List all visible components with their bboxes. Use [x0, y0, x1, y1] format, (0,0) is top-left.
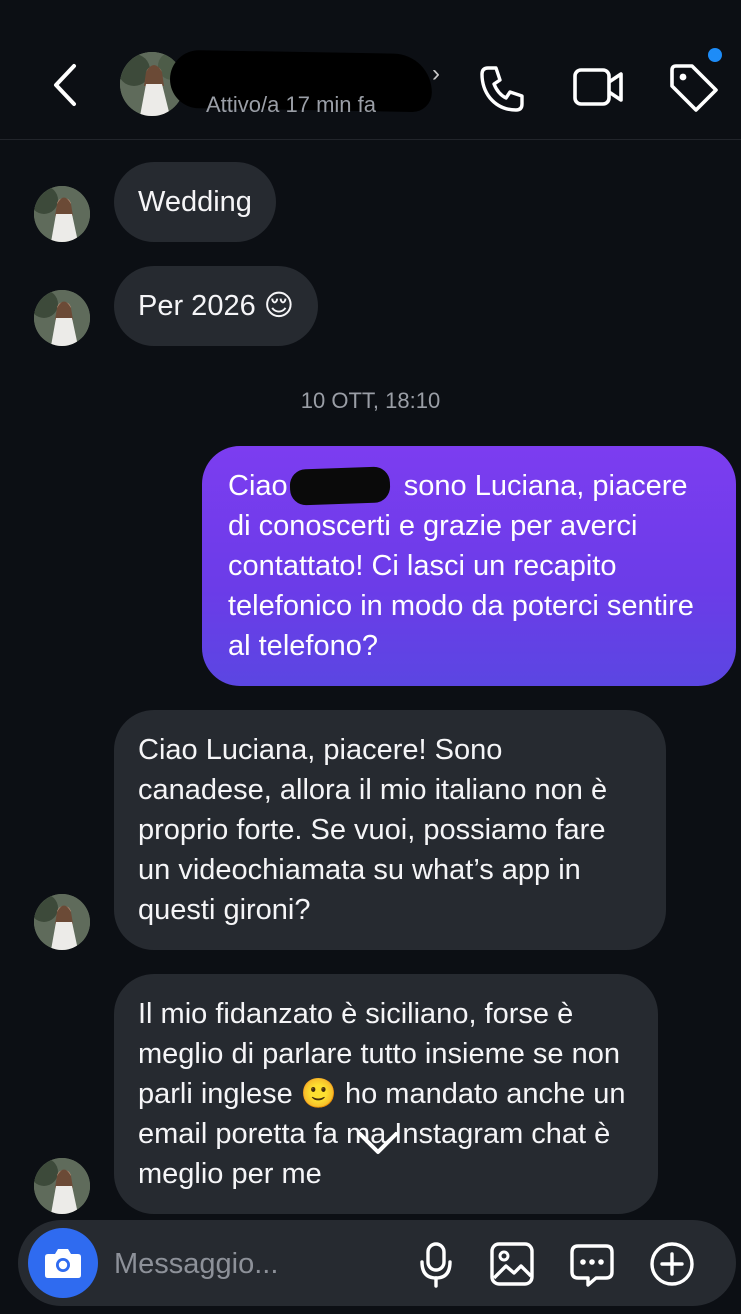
video-call-button[interactable] [570, 60, 626, 116]
chat-header: › Attivo/a 17 min fa [0, 0, 741, 140]
message-text-start: Ciao [228, 470, 296, 502]
chat-screen: › Attivo/a 17 min fa Wedding Per 2026 😌 … [0, 0, 741, 1314]
tag-icon [670, 64, 718, 112]
redacted-name [289, 466, 391, 506]
message-text: Wedding [138, 186, 252, 218]
video-icon [573, 68, 623, 106]
back-button[interactable] [44, 60, 88, 110]
tag-button[interactable] [664, 60, 720, 116]
more-options-button[interactable] [648, 1240, 696, 1288]
voice-message-button[interactable] [412, 1240, 460, 1288]
outgoing-message[interactable]: Ciao sono Luciana, piacere di conoscerti… [202, 446, 736, 686]
chat-bubble-icon [570, 1244, 614, 1287]
sender-avatar[interactable] [34, 894, 90, 950]
incoming-message[interactable]: Il mio fidanzato è siciliano, forse è me… [114, 974, 658, 1214]
sender-avatar[interactable] [34, 1158, 90, 1214]
gallery-icon [490, 1242, 534, 1286]
phone-icon [480, 66, 524, 112]
camera-icon [45, 1249, 81, 1278]
camera-button[interactable] [28, 1228, 98, 1298]
message-text: Per 2026 😌 [138, 290, 294, 322]
activity-status: Attivo/a 17 min fa [206, 92, 376, 117]
message-input[interactable] [114, 1244, 404, 1284]
plus-icon [650, 1242, 694, 1286]
mic-icon [420, 1242, 452, 1288]
chevron-right-icon[interactable]: › [432, 60, 440, 88]
sender-avatar[interactable] [34, 186, 90, 242]
notification-dot [708, 48, 722, 62]
incoming-message[interactable]: Wedding [114, 162, 276, 242]
sender-avatar[interactable] [34, 290, 90, 346]
back-icon [54, 64, 76, 106]
date-separator: 10 OTT, 18:10 [300, 388, 441, 413]
scroll-to-bottom-button[interactable] [350, 1118, 406, 1168]
chevron-down-icon [358, 1132, 398, 1154]
message-composer [18, 1220, 736, 1306]
voice-call-button[interactable] [474, 60, 530, 116]
incoming-message[interactable]: Per 2026 😌 [114, 266, 318, 346]
incoming-message[interactable]: Ciao Luciana, piacere! Sono canadese, al… [114, 710, 666, 950]
message-text: Ciao Luciana, piacere! Sono canadese, al… [138, 734, 608, 926]
sticker-button[interactable] [568, 1240, 616, 1288]
gallery-button[interactable] [488, 1240, 536, 1288]
